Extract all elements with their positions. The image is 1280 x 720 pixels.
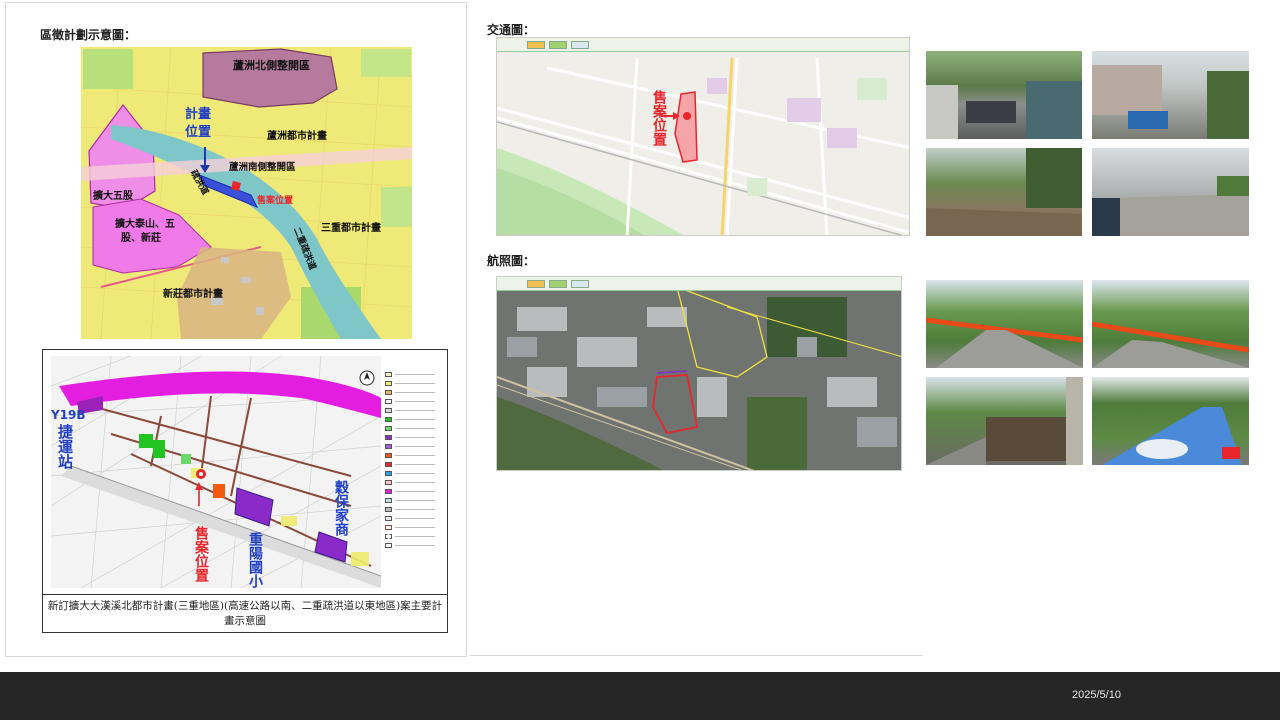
vocational-school-label: 穀保家商 — [333, 480, 349, 536]
zoning-panel: 區徵計劃示意圖： 蘆洲北側整開區 計畫 位置 蘆洲都市計畫 擴大五股 蘆洲南側整… — [5, 2, 467, 657]
site-photo — [1092, 51, 1249, 139]
traffic-title: 交通圖： — [487, 23, 536, 37]
footer-date: 2025/5/10 — [1072, 689, 1121, 701]
luzhou-south-label: 蘆洲南側整開區 — [229, 162, 296, 173]
plan-caption: 新訂擴大大漢溪北都市計畫(三重地區)(高速公路以南、二重疏洪道以東地區)案主要計… — [43, 594, 447, 629]
map-layer-button[interactable] — [527, 280, 545, 288]
map-layer-button[interactable] — [549, 280, 567, 288]
map-layer-button[interactable] — [571, 41, 589, 49]
map-layer-button[interactable] — [571, 280, 589, 288]
north-dev-label: 蘆洲北側整開區 — [233, 59, 310, 72]
site-photo — [926, 51, 1082, 139]
site-photo — [1092, 377, 1249, 465]
master-plan-diagram: Y19B 捷運站 售案位置 重陽國小 穀保家商 新訂擴大大漢溪北都市計畫(三重地… — [42, 349, 448, 633]
map-layer-button[interactable] — [549, 41, 567, 49]
aerial-map-image — [496, 276, 902, 471]
school-label: 重陽國小 — [247, 532, 263, 588]
traffic-map-toolbar — [497, 38, 909, 52]
zoning-map-image: 蘆洲北側整開區 計畫 位置 蘆洲都市計畫 擴大五股 蘆洲南側整開區 售案位置 三… — [81, 47, 412, 339]
y19b-label: Y19B — [51, 408, 86, 422]
plan-legend — [383, 372, 445, 562]
zoning-title: 區徵計劃示意圖： — [40, 28, 137, 42]
site-photo — [1092, 280, 1249, 368]
luzhou-city-label: 蘆洲都市計畫 — [267, 131, 327, 142]
traffic-sale-label: 售案位置 — [651, 90, 667, 146]
site-photo — [1092, 148, 1249, 236]
aerial-title: 航照圖： — [487, 254, 536, 268]
site-photo — [926, 280, 1083, 368]
sanchong-city-label: 三重都市計畫 — [321, 223, 381, 234]
plan-sale-position-label: 售案位置 — [193, 526, 209, 582]
footer-bar: 2025/5/10 — [0, 672, 1280, 720]
expand-wugu-label: 擴大五股 — [93, 191, 133, 202]
site-photo — [926, 377, 1083, 465]
plan-position-label-2: 位置 — [185, 125, 212, 140]
map-layer-button[interactable] — [527, 41, 545, 49]
aerial-map-toolbar — [497, 277, 901, 291]
traffic-map-image: 售案位置 — [496, 37, 910, 236]
divider — [470, 655, 922, 656]
plan-position-label-1: 計畫 — [185, 107, 212, 122]
sale-position-label: 售案位置 — [257, 196, 294, 206]
mrt-station-label: 捷運站 — [56, 424, 74, 469]
expand-taishan-label-1: 擴大泰山、五 — [115, 219, 175, 230]
master-plan-map: Y19B 捷運站 售案位置 重陽國小 穀保家商 — [51, 356, 381, 588]
site-photo — [926, 148, 1082, 236]
slide: 區徵計劃示意圖： 蘆洲北側整開區 計畫 位置 蘆洲都市計畫 擴大五股 蘆洲南側整… — [0, 0, 1280, 672]
expand-taishan-label-2: 股、新莊 — [121, 233, 161, 244]
xinzhuang-city-label: 新莊都市計畫 — [163, 289, 223, 300]
